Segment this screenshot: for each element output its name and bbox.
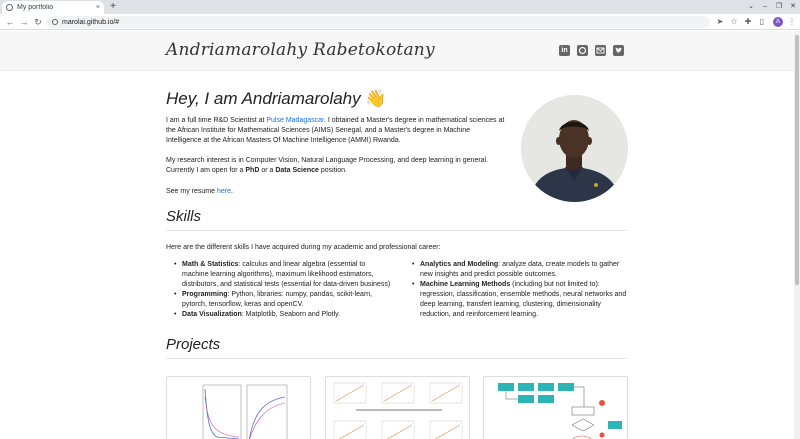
- wave-emoji: 👋: [365, 89, 387, 108]
- phd-bold: PhD: [245, 167, 260, 174]
- scrollbar-thumb[interactable]: [795, 35, 799, 285]
- page-scrollbar[interactable]: [794, 31, 800, 439]
- research-text-end: position.: [318, 167, 347, 174]
- project-card-2[interactable]: [325, 376, 470, 439]
- project-thumbnail-2: [333, 382, 463, 439]
- profile-photo: [521, 95, 628, 202]
- skills-divider: [166, 230, 628, 231]
- new-tab-button[interactable]: +: [107, 1, 119, 13]
- minimize-button[interactable]: –: [758, 1, 772, 13]
- page-viewport: Andriamarolahy Rabetokotany in Hey, I am…: [0, 31, 794, 439]
- skills-heading: Skills: [166, 208, 202, 225]
- research-text-mid: or a: [259, 167, 276, 174]
- profile-avatar[interactable]: A: [773, 17, 783, 27]
- tab-title: My portfolio: [17, 4, 54, 11]
- list-item: Analytics and Modeling: analyze data, cr…: [404, 260, 632, 280]
- twitter-icon[interactable]: [613, 45, 624, 56]
- intro-paragraph: I am a full time R&D Scientist at Pulse …: [166, 116, 506, 146]
- extensions-icon[interactable]: ✚: [742, 16, 754, 28]
- page-title: Hey, I am Andriamarolahy 👋: [166, 89, 387, 109]
- project-card-3[interactable]: [483, 376, 628, 439]
- intro-text: I am a full time R&D Scientist at: [166, 117, 267, 124]
- restore-button[interactable]: ❐: [772, 1, 786, 13]
- resume-text-end: .: [230, 188, 233, 195]
- skill-desc: : Matplotlib, Seaborn and Plotly.: [241, 311, 341, 318]
- list-item: Data Visualization: Matplotlib, Seaborn …: [166, 310, 392, 320]
- projects-heading: Projects: [166, 336, 221, 353]
- send-icon[interactable]: ➤: [714, 16, 726, 28]
- site-info-icon[interactable]: [52, 19, 58, 25]
- resume-link[interactable]: here: [217, 188, 231, 195]
- project-thumbnail-1: [202, 384, 288, 439]
- site-header: Andriamarolahy Rabetokotany in: [0, 31, 794, 71]
- reload-icon[interactable]: ↻: [32, 16, 44, 28]
- skill-name: Machine Learning Methods: [420, 281, 511, 288]
- linkedin-icon[interactable]: in: [559, 45, 570, 56]
- globe-icon: [6, 4, 13, 11]
- back-icon[interactable]: ←: [4, 16, 16, 28]
- resume-text: See my resume: [166, 188, 217, 195]
- menu-icon[interactable]: ⋮: [786, 16, 798, 28]
- url-text: marolai.github.io/#: [62, 18, 120, 26]
- window-close-button[interactable]: ✕: [786, 1, 800, 13]
- skills-list-right: Analytics and Modeling: analyze data, cr…: [404, 260, 632, 320]
- skills-intro: Here are the different skills I have acq…: [166, 244, 441, 251]
- skill-name: Analytics and Modeling: [420, 261, 499, 268]
- list-item: Math & Statistics: calculus and linear a…: [166, 260, 392, 290]
- star-icon[interactable]: ☆: [728, 16, 740, 28]
- research-paragraph: My research interest is in Computer Visi…: [166, 156, 511, 176]
- forward-icon[interactable]: →: [18, 16, 30, 28]
- toolbar: ← → ↻ marolai.github.io/# ➤ ☆ ✚ ▯ A ⋮: [0, 14, 800, 30]
- data-science-bold: Data Science: [275, 167, 319, 174]
- list-item: Programming: Python, libraries: numpy, p…: [166, 290, 392, 310]
- address-bar[interactable]: marolai.github.io/#: [46, 16, 710, 28]
- project-card-1[interactable]: [166, 376, 311, 439]
- project-thumbnail-3: [498, 383, 622, 439]
- skills-list-left: Math & Statistics: calculus and linear a…: [166, 260, 392, 320]
- pulse-madagascar-link[interactable]: Pulse Madagascar: [266, 117, 324, 124]
- list-item: Machine Learning Methods (including but …: [404, 280, 632, 320]
- skill-name: Data Visualization: [182, 311, 242, 318]
- tab-strip: My portfolio × + ⌄ – ❐ ✕: [0, 0, 800, 14]
- hero-title-text: Hey, I am Andriamarolahy: [166, 89, 361, 108]
- resume-paragraph: See my resume here.: [166, 187, 506, 197]
- sidebar-icon[interactable]: ▯: [756, 16, 768, 28]
- tab-my-portfolio[interactable]: My portfolio ×: [2, 1, 104, 14]
- github-icon[interactable]: [577, 45, 588, 56]
- close-tab-icon[interactable]: ×: [96, 4, 100, 11]
- projects-divider: [166, 358, 628, 359]
- email-icon[interactable]: [595, 45, 606, 56]
- skill-name: Programming: [182, 291, 228, 298]
- chevron-down-icon[interactable]: ⌄: [744, 1, 758, 13]
- skill-name: Math & Statistics: [182, 261, 239, 268]
- site-brand[interactable]: Andriamarolahy Rabetokotany: [166, 40, 435, 60]
